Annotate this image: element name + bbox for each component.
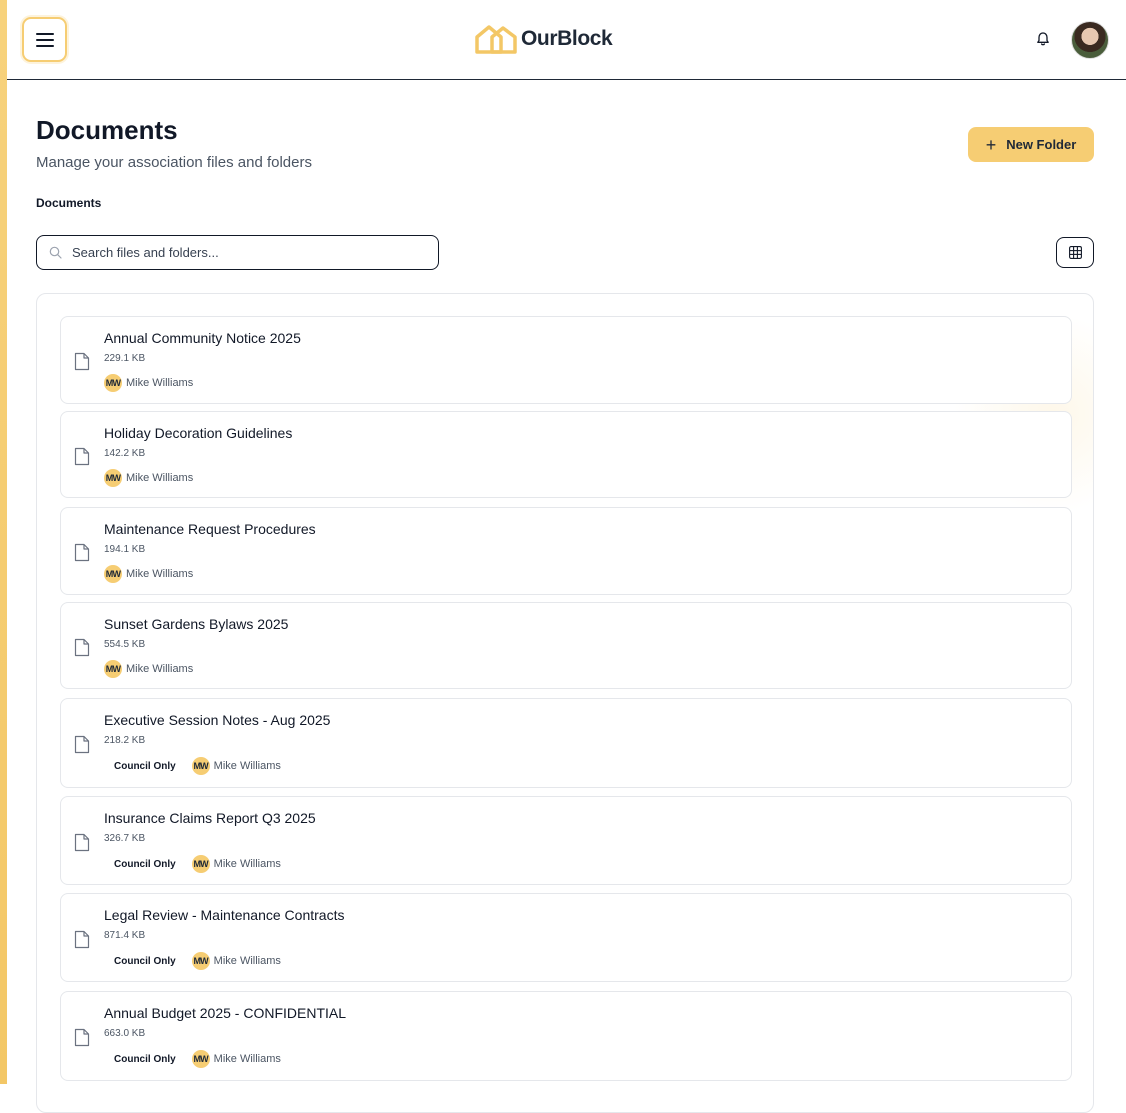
owner-name: Mike Williams — [126, 568, 194, 580]
menu-button[interactable] — [22, 17, 67, 62]
file-meta: MW Mike Williams — [104, 565, 193, 583]
file-name: Annual Community Notice 2025 — [104, 330, 301, 346]
owner-avatar: MW — [104, 660, 122, 678]
file-icon — [74, 1028, 90, 1047]
file-meta: MW Mike Williams — [104, 374, 193, 392]
file-meta: Council Only MW Mike Williams — [104, 952, 281, 970]
user-avatar[interactable] — [1071, 21, 1109, 59]
search-input[interactable] — [72, 245, 412, 260]
owner-avatar: MW — [191, 855, 210, 873]
page-subtitle: Manage your association files and folder… — [36, 154, 312, 171]
council-only-badge: Council Only — [114, 1053, 176, 1065]
file-name: Holiday Decoration Guidelines — [104, 425, 293, 441]
brand-logo[interactable]: OurBlock — [475, 24, 613, 54]
file-meta: Council Only MW Mike Williams — [104, 1050, 281, 1068]
file-meta: Council Only MW Mike Williams — [104, 855, 281, 873]
file-icon — [74, 735, 90, 754]
file-icon — [74, 543, 90, 562]
house-logo-icon — [475, 25, 517, 54]
file-size: 871.4 KB — [104, 930, 146, 941]
new-folder-button[interactable]: + New Folder — [968, 127, 1094, 162]
file-meta: MW Mike Williams — [104, 660, 193, 678]
bell-icon[interactable] — [1035, 31, 1051, 47]
file-icon — [74, 638, 90, 657]
file-row[interactable]: Executive Session Notes - Aug 2025 218.2… — [60, 698, 1072, 788]
top-header: OurBlock — [7, 0, 1126, 80]
owner-avatar: MW — [104, 565, 122, 583]
file-row[interactable]: Insurance Claims Report Q3 2025 326.7 KB… — [60, 796, 1072, 885]
file-name: Executive Session Notes - Aug 2025 — [104, 712, 331, 728]
owner-avatar: MW — [104, 374, 122, 392]
page-title: Documents — [36, 115, 178, 145]
owner-name: Mike Williams — [213, 760, 281, 772]
breadcrumb[interactable]: Documents — [36, 196, 101, 210]
file-row[interactable]: Annual Budget 2025 - CONFIDENTIAL 663.0 … — [60, 991, 1072, 1081]
file-size: 142.2 KB — [104, 448, 146, 459]
accent-strip — [0, 0, 7, 1084]
owner-name: Mike Williams — [126, 472, 194, 484]
file-size: 554.5 KB — [104, 639, 146, 650]
file-icon — [74, 352, 90, 371]
file-row[interactable]: Annual Community Notice 2025 229.1 KB MW… — [60, 316, 1072, 404]
file-row[interactable]: Sunset Gardens Bylaws 2025 554.5 KB MW M… — [60, 602, 1072, 689]
file-meta: Council Only MW Mike Williams — [104, 757, 281, 775]
council-only-badge: Council Only — [114, 760, 176, 772]
hamburger-icon — [35, 32, 54, 47]
file-size: 326.7 KB — [104, 833, 146, 844]
file-list: Annual Community Notice 2025 229.1 KB MW… — [36, 293, 1094, 1113]
file-name: Sunset Gardens Bylaws 2025 — [104, 616, 289, 632]
file-name: Legal Review - Maintenance Contracts — [104, 907, 345, 923]
council-only-badge: Council Only — [114, 858, 176, 870]
file-icon — [74, 833, 90, 852]
file-name: Maintenance Request Procedures — [104, 521, 316, 537]
owner-name: Mike Williams — [213, 1053, 281, 1065]
search-icon — [49, 246, 62, 259]
owner-name: Mike Williams — [126, 377, 194, 389]
file-size: 218.2 KB — [104, 735, 146, 746]
owner-name: Mike Williams — [213, 955, 281, 967]
brand-name: OurBlock — [521, 27, 613, 50]
grid-icon — [1068, 246, 1082, 259]
grid-view-toggle[interactable] — [1056, 237, 1094, 268]
owner-name: Mike Williams — [213, 858, 281, 870]
owner-avatar: MW — [191, 952, 210, 970]
app-root: OurBlock Documents Manage your associati… — [7, 0, 1126, 1113]
new-folder-label: New Folder — [1006, 137, 1077, 152]
council-only-badge: Council Only — [114, 955, 176, 967]
search-box[interactable] — [36, 235, 439, 270]
file-name: Annual Budget 2025 - CONFIDENTIAL — [104, 1005, 347, 1021]
file-name: Insurance Claims Report Q3 2025 — [104, 810, 316, 826]
file-size: 194.1 KB — [104, 544, 146, 555]
file-row[interactable]: Holiday Decoration Guidelines 142.2 KB M… — [60, 411, 1072, 498]
file-size: 229.1 KB — [104, 353, 146, 364]
owner-avatar: MW — [191, 1050, 210, 1068]
file-size: 663.0 KB — [104, 1028, 146, 1039]
file-icon — [74, 447, 90, 466]
file-row[interactable]: Legal Review - Maintenance Contracts 871… — [60, 893, 1072, 982]
owner-name: Mike Williams — [126, 663, 194, 675]
owner-avatar: MW — [104, 469, 122, 487]
file-meta: MW Mike Williams — [104, 469, 193, 487]
owner-avatar: MW — [191, 757, 210, 775]
file-icon — [74, 930, 90, 949]
file-row[interactable]: Maintenance Request Procedures 194.1 KB … — [60, 507, 1072, 595]
plus-icon: + — [985, 134, 997, 155]
